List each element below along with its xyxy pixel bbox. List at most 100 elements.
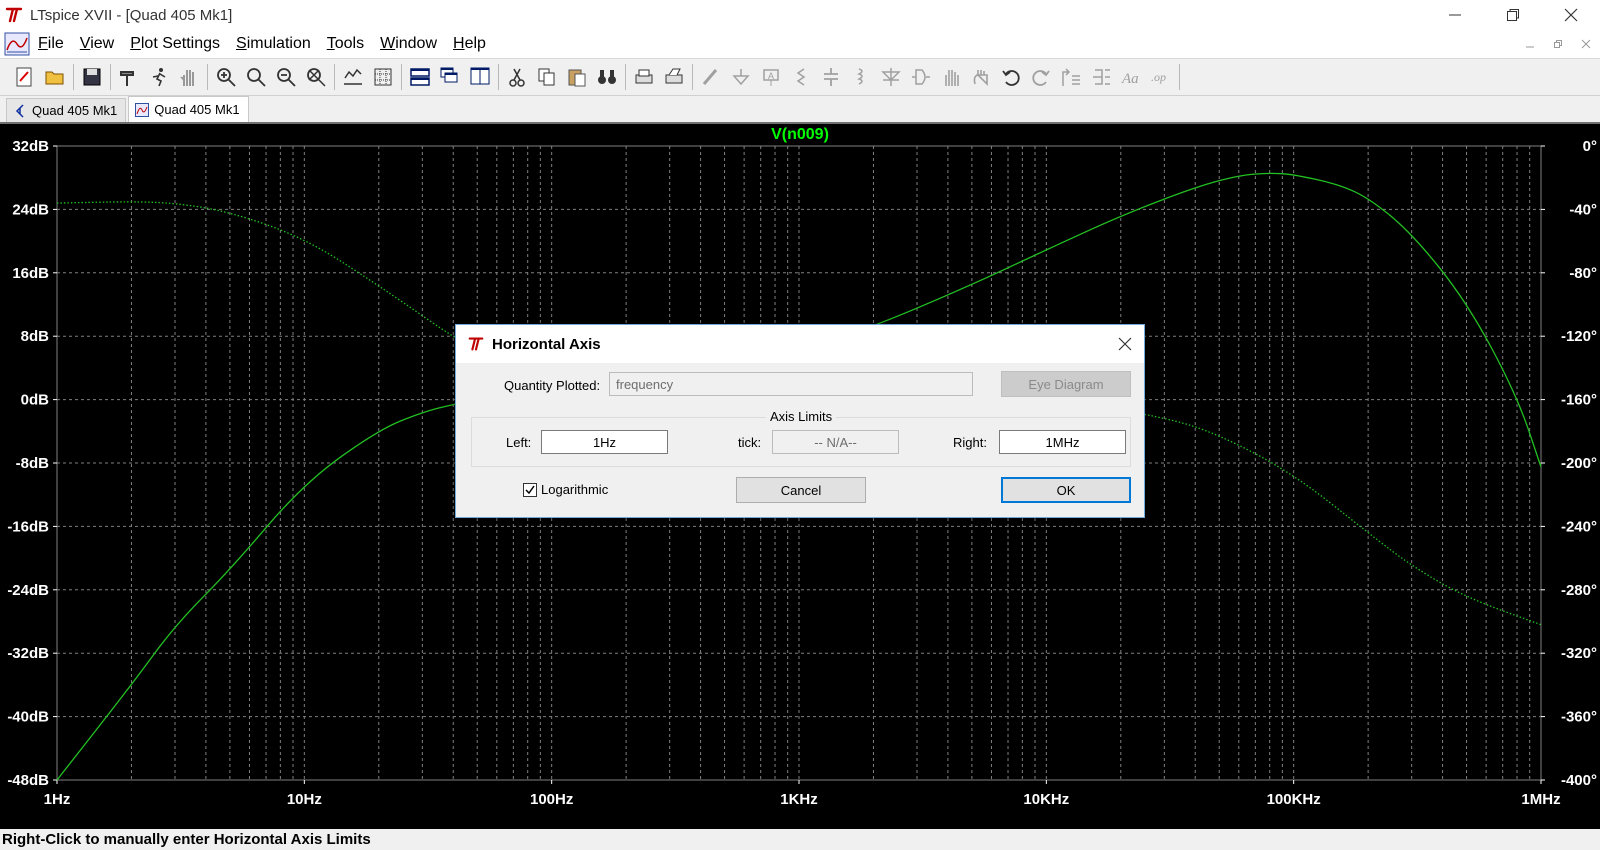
horizontal-axis-dialog: Horizontal Axis Quantity Plotted: freque… [455, 324, 1145, 518]
tab-schematic[interactable]: Quad 405 Mk1 [6, 98, 127, 122]
dialog-close-button[interactable] [1112, 331, 1138, 357]
zoom-out-button[interactable] [271, 62, 301, 92]
copy-icon [538, 68, 555, 86]
waveform-document-icon[interactable] [4, 32, 30, 56]
resistor-button[interactable] [786, 62, 816, 92]
ltspice-logo-icon [5, 7, 23, 23]
window-title: LTspice XVII - [Quad 405 Mk1] [30, 6, 233, 24]
mdi-restore-button[interactable] [1544, 30, 1572, 58]
mdi-minimize-button[interactable] [1516, 30, 1544, 58]
ground-button[interactable] [726, 62, 756, 92]
spice-directive-button[interactable]: .op [1146, 62, 1176, 92]
grid-button[interactable] [368, 62, 398, 92]
save-button[interactable] [77, 62, 107, 92]
eye-diagram-button: Eye Diagram [1001, 371, 1131, 397]
diode-button[interactable] [876, 62, 906, 92]
close-button[interactable] [1542, 0, 1600, 30]
menu-window[interactable]: Window [380, 35, 437, 53]
drag-button[interactable] [966, 62, 996, 92]
zoom-in-icon [217, 68, 236, 87]
tab-label: Quad 405 Mk1 [154, 102, 240, 117]
tile-vertical-button[interactable] [465, 62, 495, 92]
left-limit-input[interactable]: 1Hz [541, 430, 668, 454]
right-limit-input[interactable]: 1MHz [999, 430, 1126, 454]
undo-button[interactable] [996, 62, 1026, 92]
tile-horizontal-button[interactable] [405, 62, 435, 92]
y-right-tick-label: -40° [1569, 201, 1597, 218]
text-button[interactable]: Aa [1116, 62, 1146, 92]
quantity-plotted-field: frequency [609, 372, 973, 396]
menu-help[interactable]: Help [453, 35, 486, 53]
logarithmic-label: Logarithmic [541, 482, 609, 497]
menu-plot-settings[interactable]: Plot Settings [130, 35, 220, 53]
paste-button[interactable] [562, 62, 592, 92]
inductor-button[interactable] [846, 62, 876, 92]
control-panel-button[interactable] [114, 62, 144, 92]
open-button[interactable] [40, 62, 70, 92]
component-button[interactable] [906, 62, 936, 92]
schematic-icon [15, 103, 24, 118]
pan-button[interactable] [241, 62, 271, 92]
logarithmic-checkbox[interactable] [523, 483, 537, 497]
x-tick-label: 10Hz [287, 791, 322, 808]
print-button[interactable] [629, 62, 659, 92]
spice-directive-icon: .op [1151, 70, 1166, 84]
y-left-tick-label: -48dB [7, 772, 49, 789]
mirror-button[interactable] [1086, 62, 1116, 92]
close-icon [1564, 8, 1578, 22]
ltspice-window: LTspice XVII - [Quad 405 Mk1] File View … [0, 0, 1600, 850]
capacitor-icon [824, 68, 838, 86]
cascade-windows-icon [440, 67, 458, 83]
grid-icon [374, 68, 392, 86]
y-right-tick-label: 0° [1583, 138, 1597, 155]
tab-label: Quad 405 Mk1 [32, 103, 118, 118]
minimize-button[interactable] [1426, 0, 1484, 30]
y-left-tick-label: -24dB [7, 582, 49, 599]
zoom-fit-button[interactable] [301, 62, 331, 92]
y-left-tick-label: 0dB [21, 392, 50, 409]
dialog-title: Horizontal Axis [492, 335, 601, 353]
tab-waveform[interactable]: Quad 405 Mk1 [128, 96, 249, 122]
document-tabs: Quad 405 Mk1 Quad 405 Mk1 [0, 96, 1600, 122]
close-icon [1581, 39, 1591, 49]
autorange-button[interactable] [338, 62, 368, 92]
halt-button[interactable] [174, 62, 204, 92]
ok-button[interactable]: OK [1001, 477, 1131, 503]
draw-wire-button[interactable] [696, 62, 726, 92]
label-net-button[interactable]: A [756, 62, 786, 92]
hand-icon [180, 70, 194, 86]
menu-simulation[interactable]: Simulation [236, 35, 311, 53]
rotate-button[interactable] [1056, 62, 1086, 92]
mdi-close-button[interactable] [1572, 30, 1600, 58]
restore-button[interactable] [1484, 0, 1542, 30]
cut-button[interactable] [502, 62, 532, 92]
hammer-icon [120, 71, 134, 86]
toolbar-separator [498, 64, 499, 90]
zoom-area-button[interactable] [211, 62, 241, 92]
cancel-button[interactable]: Cancel [736, 477, 866, 503]
y-left-tick-label: 32dB [12, 138, 49, 155]
y-left-tick-label: -32dB [7, 645, 49, 662]
pencil-icon [702, 69, 718, 85]
redo-button[interactable] [1026, 62, 1056, 92]
tile-horizontal-icon [410, 68, 430, 86]
menu-file[interactable]: File [38, 35, 64, 53]
cascade-button[interactable] [435, 62, 465, 92]
run-button[interactable] [144, 62, 174, 92]
find-button[interactable] [592, 62, 622, 92]
menu-tools[interactable]: Tools [327, 35, 364, 53]
x-tick-label: 100Hz [530, 791, 573, 808]
print-preview-button[interactable] [659, 62, 689, 92]
menu-view[interactable]: View [80, 35, 114, 53]
new-schematic-button[interactable] [10, 62, 40, 92]
restore-icon [1554, 40, 1562, 48]
move-button[interactable] [936, 62, 966, 92]
y-left-tick-label: -40dB [7, 709, 49, 726]
y-right-tick-label: -120° [1561, 328, 1597, 345]
capacitor-button[interactable] [816, 62, 846, 92]
copy-button[interactable] [532, 62, 562, 92]
minimize-icon [1449, 14, 1461, 16]
y-right-tick-label: -320° [1561, 645, 1597, 662]
svg-text:Aa: Aa [1121, 71, 1139, 87]
y-right-tick-label: -240° [1561, 518, 1597, 535]
